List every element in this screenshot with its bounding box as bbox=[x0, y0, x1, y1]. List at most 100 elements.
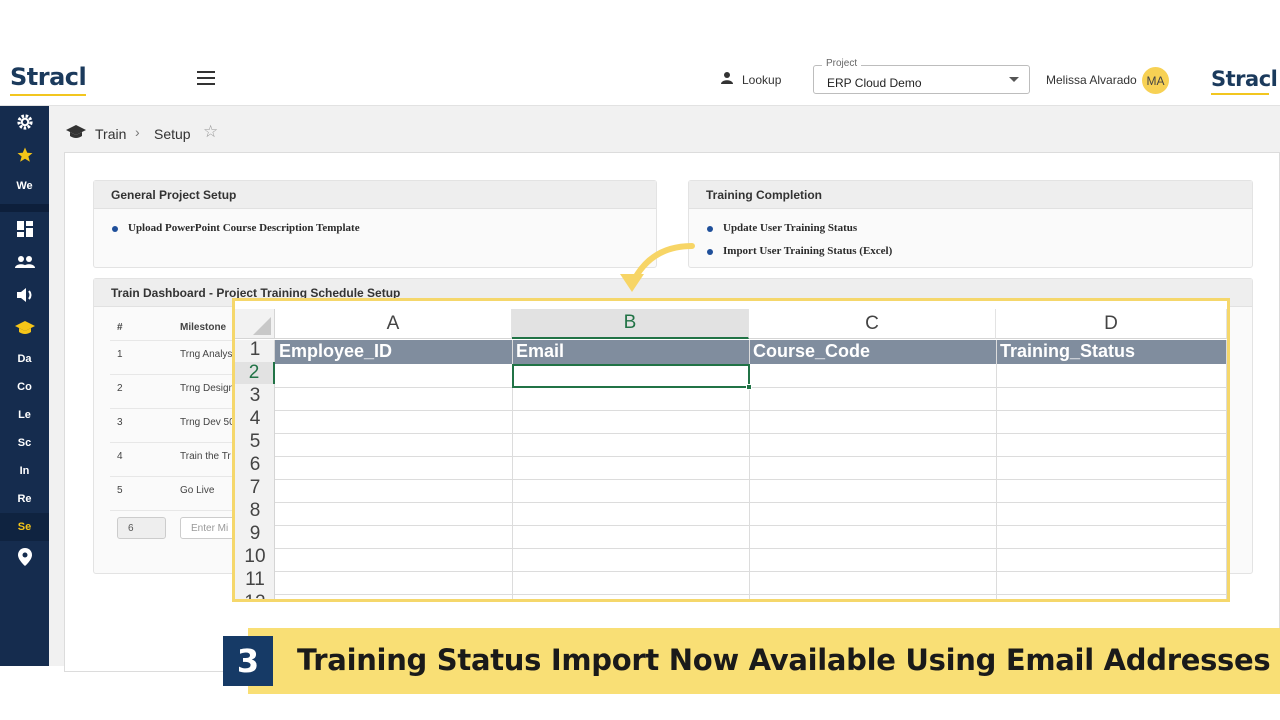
grid-line bbox=[275, 456, 1227, 457]
row-divider bbox=[110, 374, 235, 375]
grid-line bbox=[275, 479, 1227, 480]
row-number[interactable]: 11 bbox=[235, 569, 275, 591]
column-header-num: # bbox=[117, 322, 123, 333]
row-number[interactable]: 5 bbox=[235, 431, 275, 453]
sidebar-item-se[interactable]: Se bbox=[0, 513, 49, 541]
table-row-num: 5 bbox=[117, 485, 123, 496]
avatar[interactable]: MA bbox=[1142, 67, 1169, 94]
row-number[interactable]: 8 bbox=[235, 500, 275, 522]
new-row-number: 6 bbox=[117, 517, 166, 539]
column-header-c[interactable]: C bbox=[749, 309, 996, 339]
breadcrumb-setup: Setup bbox=[154, 126, 191, 142]
table-row-milestone[interactable]: Trng Analys bbox=[180, 349, 232, 360]
select-all-corner[interactable] bbox=[235, 309, 275, 339]
table-row-num: 4 bbox=[117, 451, 123, 462]
location-pin-icon[interactable] bbox=[0, 543, 49, 571]
row-number[interactable]: 6 bbox=[235, 454, 275, 476]
graduation-cap-icon[interactable] bbox=[0, 314, 49, 342]
row-number[interactable]: 12 bbox=[235, 592, 275, 599]
lookup-link[interactable]: Lookup bbox=[742, 73, 781, 87]
row-number[interactable]: 10 bbox=[235, 546, 275, 568]
sidebar-item-in[interactable]: In bbox=[0, 457, 49, 485]
star-icon[interactable] bbox=[0, 141, 49, 169]
column-header-d[interactable]: D bbox=[996, 309, 1227, 339]
users-icon[interactable] bbox=[0, 248, 49, 276]
card-title: General Project Setup bbox=[94, 181, 656, 209]
row-number[interactable]: 7 bbox=[235, 477, 275, 499]
update-training-status-link[interactable]: Update User Training Status bbox=[723, 222, 857, 234]
card-title: Training Completion bbox=[689, 181, 1252, 209]
breadcrumb-train[interactable]: Train bbox=[95, 126, 126, 142]
new-milestone-input[interactable]: Enter Mi bbox=[180, 517, 240, 539]
column-header-b[interactable]: B bbox=[512, 309, 749, 339]
sidebar-item-le[interactable]: Le bbox=[0, 401, 49, 429]
app-logo: Stracl bbox=[10, 63, 87, 91]
row-number[interactable]: 1 bbox=[235, 339, 275, 361]
callout-arrow-icon bbox=[620, 243, 695, 292]
header-cell-employee-id[interactable]: Employee_ID bbox=[275, 340, 512, 364]
bullet-icon bbox=[707, 249, 713, 255]
grid-line bbox=[275, 571, 1227, 572]
sidebar-item-we[interactable]: We bbox=[0, 172, 49, 200]
sidebar-item-da[interactable]: Da bbox=[0, 345, 49, 373]
bullet-icon bbox=[707, 226, 713, 232]
user-name: Melissa Alvarado bbox=[1046, 73, 1137, 87]
grid-line bbox=[275, 502, 1227, 503]
step-number-badge: 3 bbox=[223, 636, 273, 686]
user-lookup-icon[interactable] bbox=[720, 71, 736, 87]
project-select-label: Project bbox=[822, 58, 862, 69]
row-divider bbox=[110, 340, 235, 341]
upload-template-link[interactable]: Upload PowerPoint Course Description Tem… bbox=[128, 222, 360, 234]
project-select[interactable]: ERP Cloud Demo bbox=[813, 65, 1030, 94]
bullet-icon bbox=[112, 226, 118, 232]
row-number-selected[interactable]: 2 bbox=[235, 362, 275, 384]
selected-cell-b2[interactable] bbox=[512, 364, 752, 390]
dashboard-icon[interactable] bbox=[0, 215, 49, 243]
row-number[interactable]: 3 bbox=[235, 385, 275, 407]
row-divider bbox=[110, 476, 235, 477]
chevron-right-icon: › bbox=[135, 124, 140, 140]
top-bar: Stracl Lookup ERP Cloud Demo Project Mel… bbox=[0, 52, 1280, 106]
fill-handle[interactable] bbox=[746, 384, 752, 390]
sidebar-item-sc[interactable]: Sc bbox=[0, 429, 49, 457]
row-divider bbox=[110, 408, 235, 409]
table-row-num: 2 bbox=[117, 383, 123, 394]
announcement-icon[interactable] bbox=[0, 281, 49, 309]
header-cell-training-status[interactable]: Training_Status bbox=[996, 340, 1227, 364]
hamburger-menu-icon[interactable] bbox=[197, 71, 215, 85]
table-row-milestone[interactable]: Trng Dev 50 bbox=[180, 417, 235, 428]
import-training-status-link[interactable]: Import User Training Status (Excel) bbox=[723, 245, 892, 257]
sidebar-item-co[interactable]: Co bbox=[0, 373, 49, 401]
grid-line bbox=[996, 340, 997, 599]
table-row-milestone[interactable]: Train the Tr bbox=[180, 451, 231, 462]
column-header-a[interactable]: A bbox=[275, 309, 512, 339]
settings-icon[interactable] bbox=[0, 108, 49, 136]
row-divider bbox=[110, 442, 235, 443]
brand-logo: Stracl bbox=[1211, 67, 1278, 91]
brand-logo-underline bbox=[1211, 93, 1269, 95]
banner-title: Training Status Import Now Available Usi… bbox=[297, 643, 1271, 677]
table-row-milestone[interactable]: Go Live bbox=[180, 485, 214, 496]
grid-line bbox=[275, 433, 1227, 434]
row-number[interactable]: 9 bbox=[235, 523, 275, 545]
sidebar-item-re[interactable]: Re bbox=[0, 485, 49, 513]
project-select-value: ERP Cloud Demo bbox=[827, 76, 922, 90]
header-cell-email[interactable]: Email bbox=[512, 340, 749, 364]
column-header-milestone: Milestone bbox=[180, 322, 227, 333]
grid-line bbox=[1226, 340, 1227, 599]
excel-spreadsheet: A B C D Employee_ID Email Course_Code Tr… bbox=[232, 298, 1230, 602]
sidebar-divider bbox=[0, 204, 49, 212]
table-row-milestone[interactable]: Trng Design bbox=[180, 383, 234, 394]
grid-line bbox=[275, 548, 1227, 549]
sidebar: We Da Co Le Sc In Re Se bbox=[0, 106, 49, 666]
grid-line bbox=[275, 594, 1227, 595]
row-number[interactable]: 4 bbox=[235, 408, 275, 430]
table-row-num: 3 bbox=[117, 417, 123, 428]
row-divider bbox=[110, 510, 235, 511]
dropdown-arrow-icon bbox=[1009, 77, 1019, 82]
grid-line bbox=[275, 410, 1227, 411]
favorite-star-icon[interactable]: ☆ bbox=[203, 122, 218, 142]
header-cell-course-code[interactable]: Course_Code bbox=[749, 340, 996, 364]
table-row-num: 1 bbox=[117, 349, 123, 360]
general-project-setup-card: General Project Setup Upload PowerPoint … bbox=[93, 180, 657, 268]
